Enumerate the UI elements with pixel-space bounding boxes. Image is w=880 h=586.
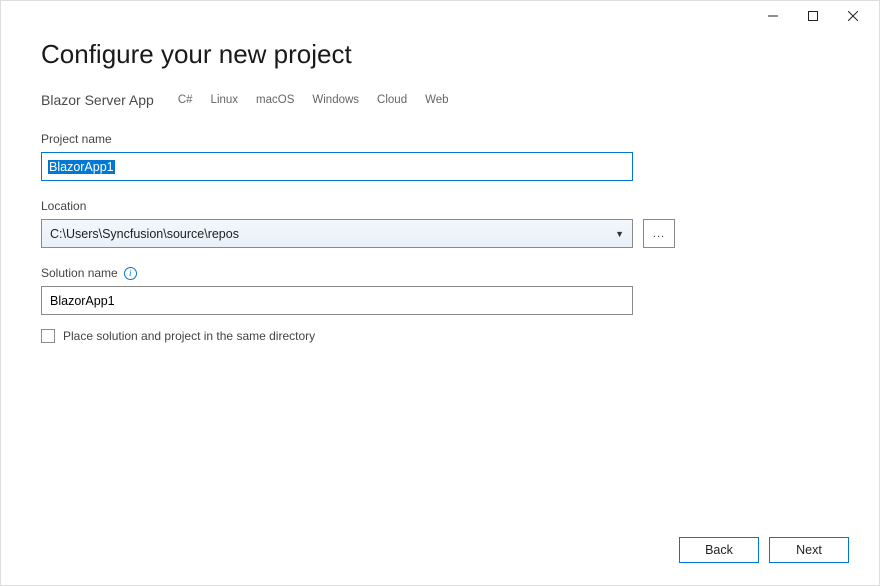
title-bar [1,1,879,31]
dialog-content: Configure your new project Blazor Server… [1,31,879,343]
tag-web: Web [425,94,448,106]
info-icon[interactable]: i [124,267,137,280]
minimize-button[interactable] [753,2,793,30]
next-button[interactable]: Next [769,537,849,563]
location-combobox[interactable]: C:\Users\Syncfusion\source\repos ▼ [41,219,633,248]
project-name-value: BlazorApp1 [48,160,115,174]
location-label: Location [41,199,839,213]
same-directory-checkbox[interactable] [41,329,55,343]
solution-name-label: Solution name i [41,266,839,280]
tag-windows: Windows [312,94,359,106]
template-name: Blazor Server App [41,92,154,108]
browse-label: ... [653,228,665,240]
page-title: Configure your new project [41,39,839,70]
dialog-footer: Back Next [679,537,849,563]
template-row: Blazor Server App C# Linux macOS Windows… [41,92,839,108]
chevron-down-icon: ▼ [615,229,624,239]
close-button[interactable] [833,2,873,30]
tag-macos: macOS [256,94,294,106]
tag-linux: Linux [211,94,239,106]
project-name-input[interactable]: BlazorApp1 [41,152,633,181]
tag-csharp: C# [178,94,193,106]
location-value: C:\Users\Syncfusion\source\repos [50,227,239,241]
project-name-label: Project name [41,132,839,146]
back-button[interactable]: Back [679,537,759,563]
browse-button[interactable]: ... [643,219,675,248]
maximize-button[interactable] [793,2,833,30]
same-directory-checkbox-row[interactable]: Place solution and project in the same d… [41,329,839,343]
solution-name-label-text: Solution name [41,266,118,280]
solution-name-input[interactable] [41,286,633,315]
tag-cloud: Cloud [377,94,407,106]
same-directory-label: Place solution and project in the same d… [63,329,315,343]
